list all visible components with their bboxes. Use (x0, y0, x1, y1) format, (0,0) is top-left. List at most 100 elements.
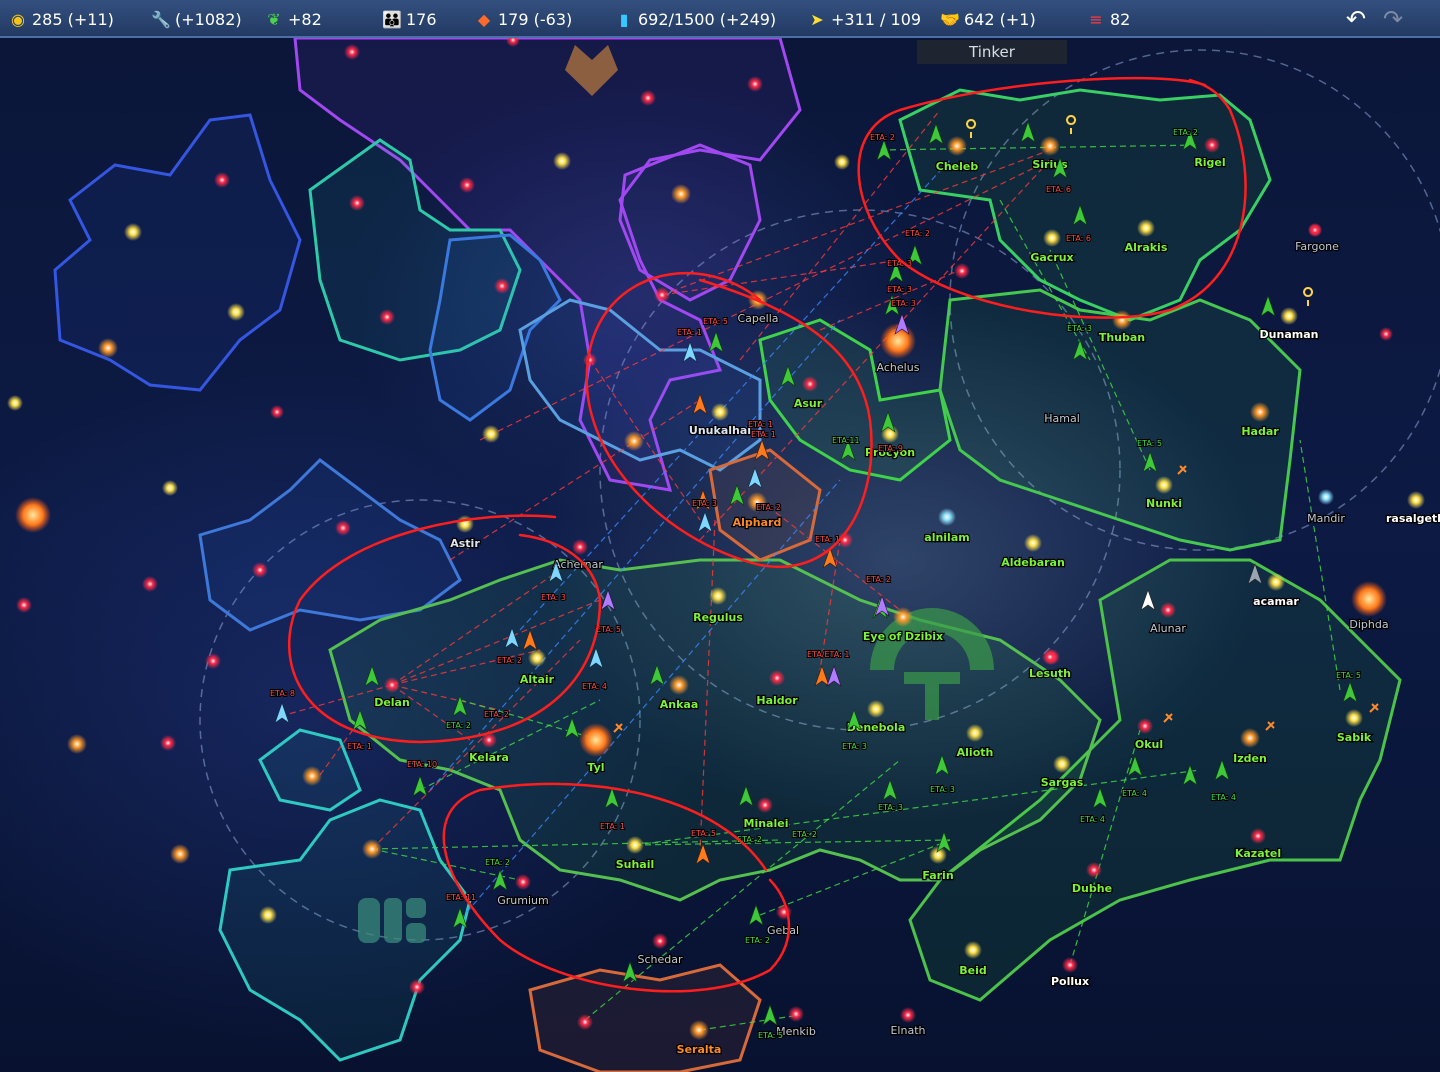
anchor-icon (1303, 287, 1314, 306)
system-aldebaran[interactable]: Aldebaran (1000, 534, 1066, 570)
svg-text:Alrakis: Alrakis (1125, 241, 1168, 254)
svg-text:Haldor: Haldor (756, 694, 798, 707)
ship-icon[interactable] (697, 511, 713, 533)
svg-text:Pollux: Pollux (1051, 975, 1089, 988)
svg-text:Ankaa: Ankaa (660, 698, 699, 711)
svg-text:Alunar: Alunar (1150, 622, 1186, 635)
svg-text:ETA: 3: ETA: 3 (541, 593, 566, 602)
ship-icon[interactable] (274, 702, 290, 724)
wheat-icon: ❦ (267, 9, 281, 29)
diplomacy-resource[interactable]: 🤝 642 (+1) (940, 8, 1036, 30)
svg-text:ETA: 2: ETA: 2 (792, 830, 817, 839)
system-dunaman[interactable]: Dunaman (1258, 307, 1320, 342)
svg-text:Kazatel: Kazatel (1235, 847, 1281, 860)
system-achelus[interactable]: Achelus (875, 360, 921, 376)
redo-icon: ↷ (1382, 5, 1404, 33)
svg-text:ETA: 9: ETA: 9 (878, 444, 903, 453)
svg-text:ETA: 3: ETA: 3 (891, 299, 916, 308)
svg-text:Alioth: Alioth (957, 746, 994, 759)
system-asur[interactable]: Asur (793, 396, 824, 412)
svg-text:Capella: Capella (737, 312, 778, 325)
svg-text:Farin: Farin (922, 869, 953, 882)
svg-text:ETA: 2: ETA: 2 (905, 229, 930, 238)
svg-text:ETA: 2: ETA: 2 (497, 656, 522, 665)
system-dubhe[interactable]: Dubhe (1071, 881, 1114, 897)
svg-text:ETA: 2: ETA: 2 (485, 858, 510, 867)
ship-icon[interactable] (412, 775, 428, 797)
system-elnath[interactable]: Elnath (889, 1023, 927, 1039)
population-resource[interactable]: 👪 176 (382, 8, 437, 30)
svg-text:Schedar: Schedar (637, 953, 682, 966)
system-fargone[interactable]: Fargone (1294, 223, 1340, 254)
ship-icon[interactable] (762, 1004, 778, 1026)
svg-text:Nunki: Nunki (1146, 497, 1182, 510)
svg-text:ETA: 2: ETA: 2 (1173, 128, 1198, 137)
svg-text:rasalgethi: rasalgethi (1386, 512, 1440, 525)
territory-blue-west (198, 458, 462, 632)
research-resource[interactable]: ▮ 692/1500 (+249) (614, 8, 777, 30)
system-diphda[interactable]: Diphda (1348, 617, 1390, 633)
svg-text:ETA: 5: ETA: 5 (1336, 671, 1361, 680)
svg-text:Hamal: Hamal (1044, 412, 1080, 425)
svg-text:ETA: 5: ETA: 5 (691, 829, 716, 838)
system-schedar[interactable]: Schedar (636, 952, 684, 968)
svg-text:ETA: 11: ETA: 11 (446, 893, 476, 902)
system-hamal[interactable]: Hamal (1043, 411, 1081, 427)
credits-value: 285 (+11) (32, 9, 114, 29)
svg-text:ETA: 3: ETA: 3 (842, 742, 867, 751)
system-rasalgethi[interactable]: rasalgethi (1385, 491, 1440, 526)
svg-text:Asur: Asur (794, 397, 823, 410)
ship-icon[interactable] (708, 331, 724, 353)
system-grumium[interactable]: Grumium (496, 893, 550, 909)
svg-text:ETA: 2: ETA: 2 (446, 721, 471, 730)
system-gebal[interactable]: Gebal (766, 923, 801, 939)
svg-text:ETA: 5: ETA: 5 (758, 1031, 783, 1040)
svg-text:Dunaman: Dunaman (1260, 328, 1319, 341)
materials-resource[interactable]: ◆ 179 (-63) (474, 8, 572, 30)
diplomacy-value: 642 (+1) (964, 9, 1036, 29)
research-value: 692/1500 (+249) (638, 9, 777, 29)
svg-text:Sargas: Sargas (1041, 776, 1084, 789)
svg-text:ETA: 2: ETA: 2 (756, 503, 781, 512)
fleet-resource[interactable]: ➤ +311 / 109 (807, 8, 921, 30)
svg-text:Dubhe: Dubhe (1072, 882, 1112, 895)
redo-button[interactable]: ↷ (1380, 6, 1406, 32)
svg-text:ETA: 1: ETA: 1 (347, 742, 372, 751)
svg-text:Cheleb: Cheleb (936, 160, 979, 173)
svg-text:Okul: Okul (1135, 738, 1163, 751)
svg-text:Elnath: Elnath (890, 1024, 925, 1037)
system-kazatel[interactable]: Kazatel (1234, 846, 1283, 862)
svg-text:ETA: 2: ETA: 2 (745, 936, 770, 945)
territory-blue-cross (53, 113, 302, 392)
food-resource[interactable]: ❦ +82 (264, 8, 321, 30)
credits-resource[interactable]: ◉ 285 (+11) (8, 8, 114, 30)
svg-text:ETA/ETA: 1: ETA/ETA: 1 (807, 650, 849, 659)
ore-icon: ◆ (477, 9, 491, 29)
system-okul[interactable]: Okul (1134, 737, 1165, 753)
industry-resource[interactable]: 🔧 (+1082) (151, 8, 242, 30)
svg-text:ETA:11: ETA:11 (832, 436, 860, 445)
ship-icon[interactable] (876, 139, 892, 161)
svg-text:ETA: 5: ETA: 5 (596, 625, 621, 634)
military-resource[interactable]: ≡ 82 (1086, 8, 1130, 30)
svg-text:ETA: 1: ETA: 1 (748, 420, 773, 429)
system-tyl[interactable]: Tyl (586, 760, 606, 776)
ship-icon[interactable] (1260, 295, 1276, 317)
territory-orange-south (528, 963, 762, 1072)
system-pollux[interactable]: Pollux (1050, 957, 1090, 989)
svg-text:Unukalhai: Unukalhai (689, 424, 751, 437)
svg-text:ETA: 8: ETA: 8 (270, 689, 295, 698)
resource-bar: ◉ 285 (+11) 🔧 (+1082) ❦ +82 👪 176 ◆ 179 … (0, 0, 1440, 38)
system-minalei[interactable]: Minalei (742, 816, 789, 832)
svg-text:ETA: 4: ETA: 4 (1080, 815, 1105, 824)
territory-green-north (898, 88, 1272, 322)
military-value: 82 (1110, 9, 1131, 29)
svg-text:Kelara: Kelara (469, 751, 509, 764)
system-alnilam[interactable]: alnilam (923, 508, 971, 545)
galaxy-map[interactable]: Cheleb Sirius Rigel Gacrux Alrakis Fargo… (0, 0, 1440, 1072)
svg-text:ETA: 3: ETA: 3 (930, 785, 955, 794)
undo-button[interactable]: ↶ (1343, 6, 1369, 32)
svg-text:Suhail: Suhail (616, 858, 655, 871)
svg-text:Delan: Delan (374, 696, 410, 709)
svg-text:Aldebaran: Aldebaran (1001, 556, 1065, 569)
